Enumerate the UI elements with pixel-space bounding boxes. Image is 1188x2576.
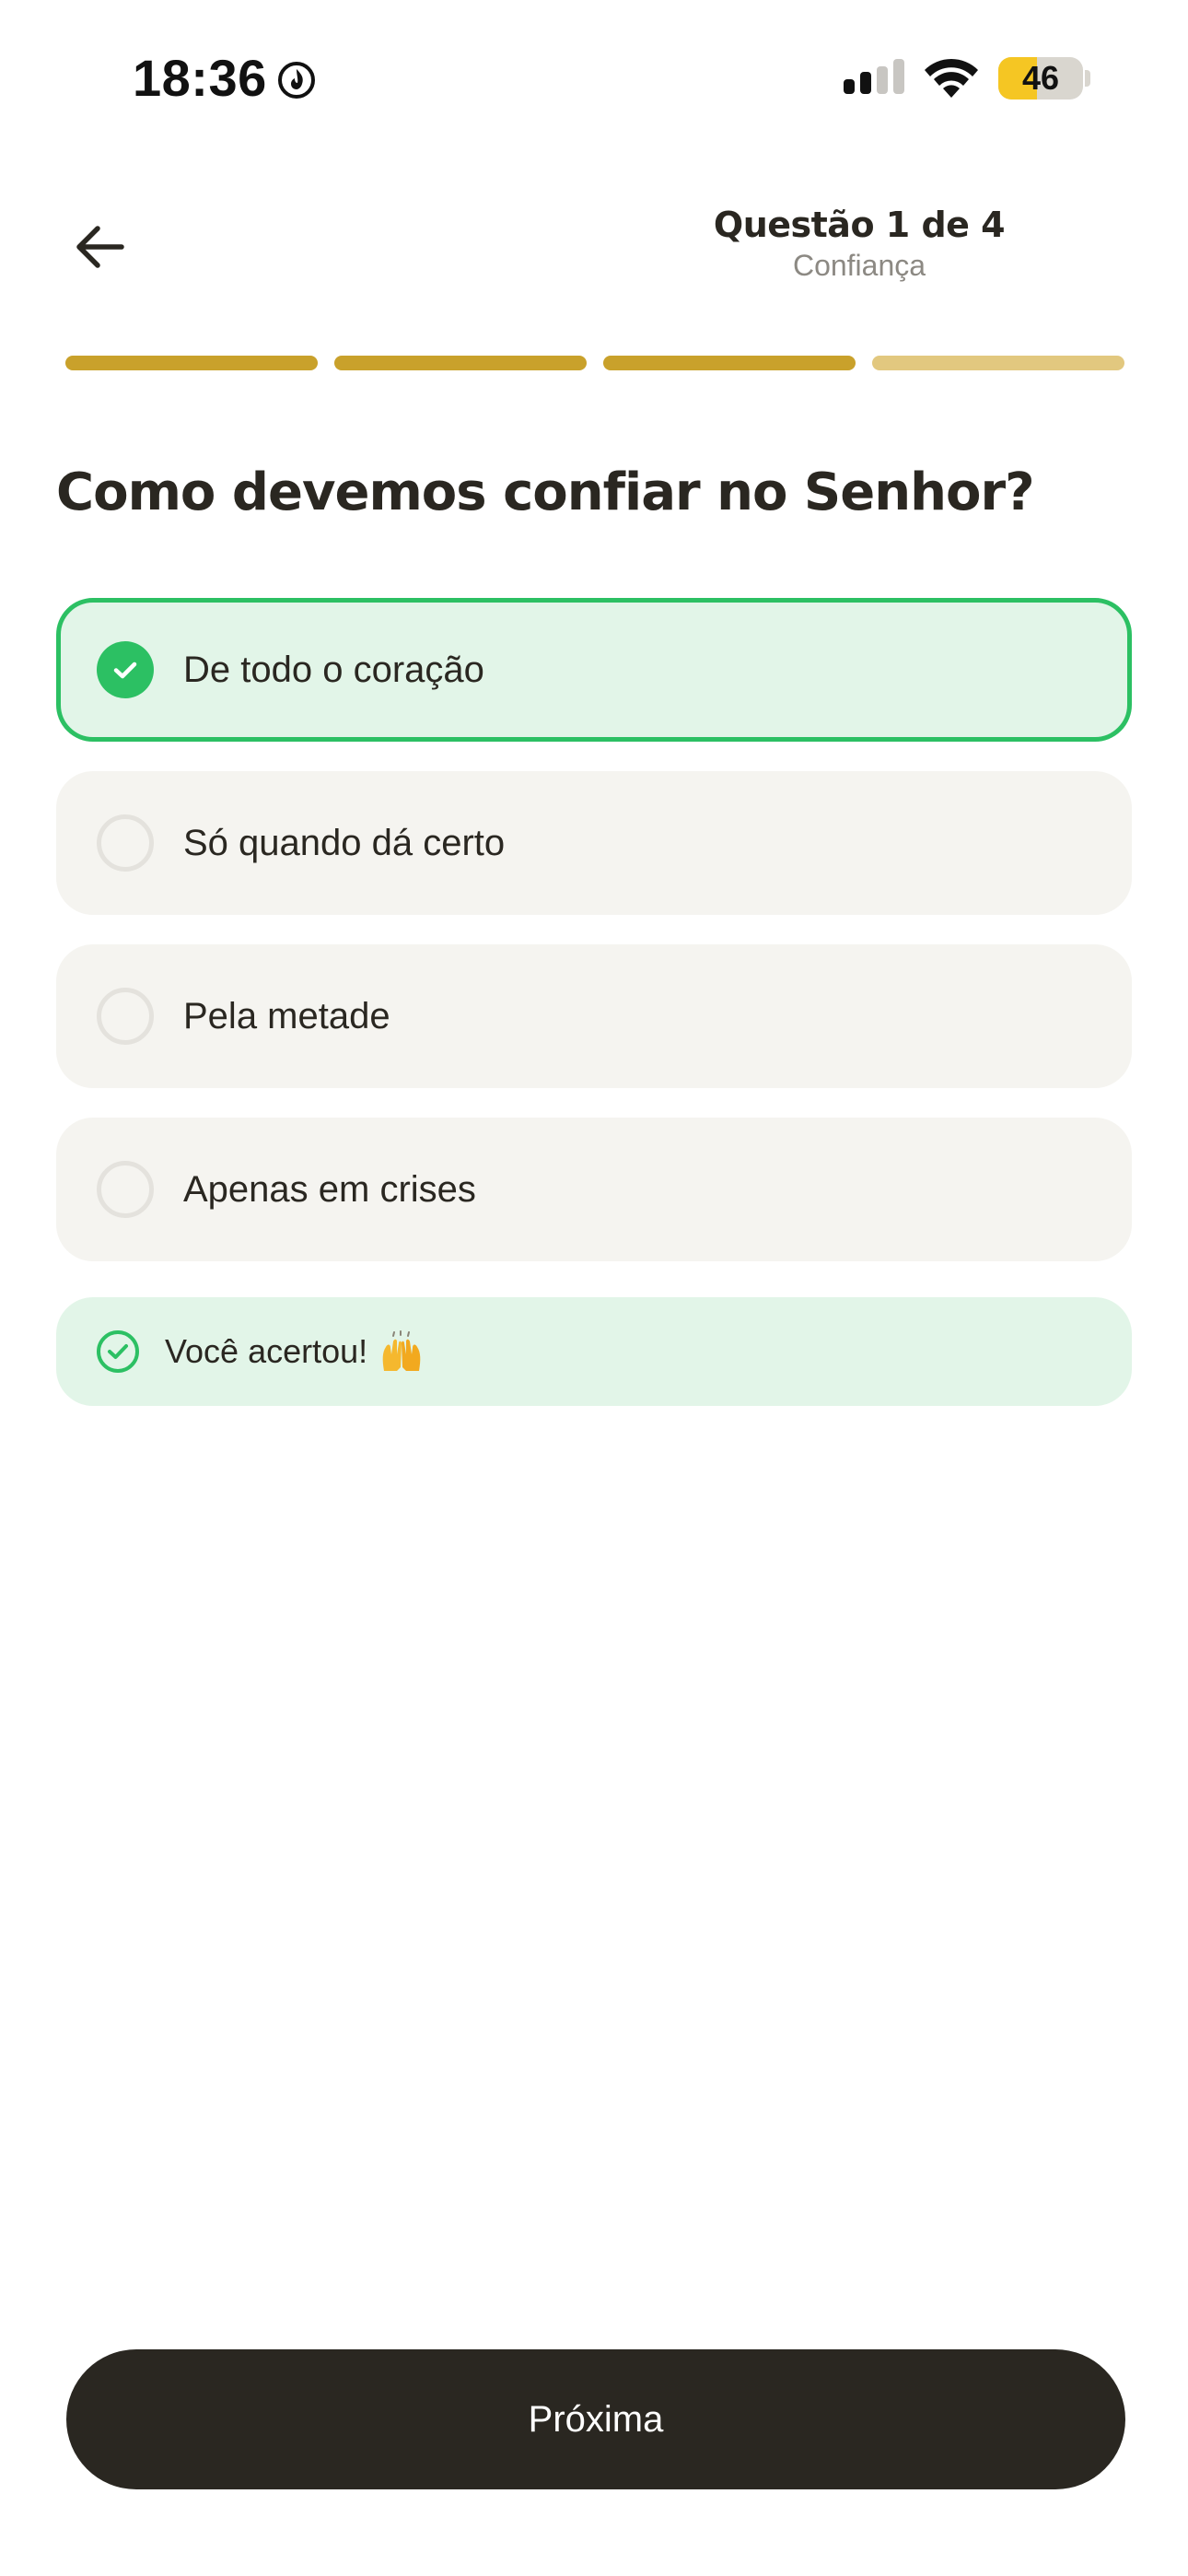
answer-option[interactable]: Só quando dá certo: [56, 771, 1132, 915]
radio-icon: [97, 1161, 154, 1218]
answer-option-label: Pela metade: [183, 995, 390, 1036]
answer-option-label: Só quando dá certo: [183, 822, 506, 863]
signal-icon: [844, 59, 904, 94]
status-bar: 18:36 46: [0, 0, 1188, 157]
header-title-group: Questão 1 de 4 Confiança: [675, 205, 1043, 283]
radio-icon: [97, 814, 154, 872]
back-button[interactable]: [61, 208, 138, 286]
progress-segment: [334, 356, 587, 370]
answer-option-label: Apenas em crises: [183, 1168, 476, 1210]
feedback-text: Você acertou!: [165, 1332, 368, 1370]
raising-hands-icon: [382, 1330, 421, 1371]
answer-option-label: De todo o coração: [183, 649, 484, 690]
flame-icon: [277, 61, 315, 99]
next-button[interactable]: Próxima: [66, 2349, 1125, 2489]
arrow-left-icon: [76, 226, 124, 268]
progress-segment: [65, 356, 318, 370]
feedback-banner: Você acertou!: [56, 1297, 1132, 1406]
question-counter: Questão 1 de 4: [713, 205, 1006, 245]
radio-icon: [97, 988, 154, 1045]
answer-option[interactable]: De todo o coração: [56, 598, 1132, 742]
progress-segment: [872, 356, 1124, 370]
checkmark-icon: [97, 641, 154, 698]
feedback-text-group: Você acertou!: [165, 1330, 425, 1373]
category-label: Confiança: [792, 249, 926, 282]
wifi-icon: [925, 58, 978, 98]
check-circle-icon: [97, 1330, 139, 1373]
progress-segment: [603, 356, 856, 370]
battery-nub: [1085, 70, 1090, 87]
status-time: 18:36: [133, 48, 317, 108]
battery-icon: 46: [998, 57, 1083, 100]
battery-level: 46: [1021, 59, 1060, 97]
progress-bar: [65, 356, 1124, 370]
answer-option[interactable]: Pela metade: [56, 944, 1132, 1088]
answer-option[interactable]: Apenas em crises: [56, 1118, 1132, 1261]
answer-options: De todo o coração Só quando dá certo Pel…: [56, 598, 1132, 1291]
question-title: Como devemos confiar no Senhor?: [56, 463, 1035, 522]
status-time-label: 18:36: [133, 49, 267, 107]
